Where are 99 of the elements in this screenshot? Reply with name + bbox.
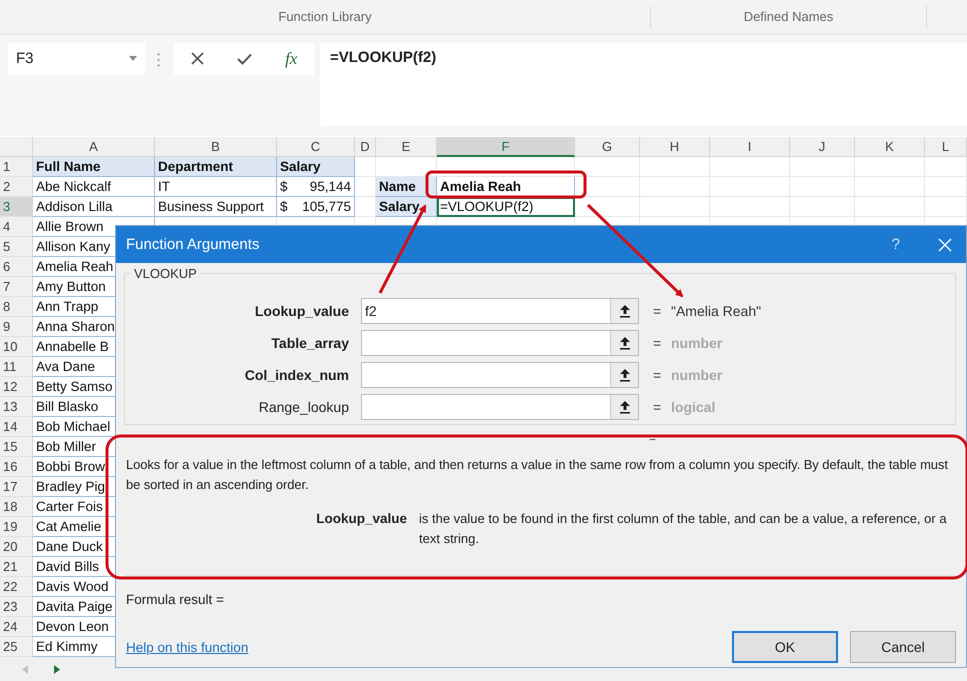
argument-field[interactable] [361,330,639,356]
argument-field[interactable] [361,394,639,420]
argument-label: Table_array [270,335,349,351]
collapse-icon [618,400,630,414]
collapse-button[interactable] [610,363,638,387]
column-header[interactable]: K [855,137,925,158]
table-cell: Addison Lilla [33,197,155,218]
table-cell: IT [155,177,277,198]
table-cell: Department [155,157,277,178]
collapse-button[interactable] [610,395,638,419]
column-header[interactable]: D [355,137,376,158]
table-cell: $ 105,775 [277,197,355,218]
table-cell: Amelia Reah [437,177,575,198]
table-cell: Name [376,177,437,198]
column-header[interactable]: F [437,137,575,158]
empty-cell [855,157,925,178]
argument-field[interactable]: f2 [361,298,639,324]
argument-result: number [671,335,722,351]
row-header[interactable]: 20 [0,537,33,558]
row-header[interactable]: 24 [0,617,33,638]
scroll-right-icon[interactable] [54,664,60,674]
row-header[interactable]: 15 [0,437,33,458]
column-header[interactable]: B [155,137,277,158]
collapse-icon [618,336,630,350]
empty-cell [925,157,967,178]
empty-cell [925,177,967,198]
function-name: VLOOKUP [131,266,200,281]
row-header[interactable]: 17 [0,477,33,498]
ribbon-group-label: Function Library [278,9,372,24]
argument-field[interactable] [361,362,639,388]
table-cell: Salary [376,197,437,218]
column-header[interactable]: L [925,137,967,158]
argument-help-label: Lookup_value [315,510,407,528]
argument-label: Lookup_value [254,303,349,319]
column-header[interactable]: A [33,137,155,158]
table-cell: Full Name [33,157,155,178]
row-header[interactable]: 16 [0,457,33,478]
table-cell: Business Support [155,197,277,218]
row-header[interactable]: 5 [0,237,33,258]
checkmark-icon[interactable] [236,52,252,65]
empty-cell [855,177,925,198]
name-box[interactable]: F3 [8,42,145,75]
row-header[interactable]: 12 [0,377,33,398]
row-header[interactable]: 14 [0,417,33,438]
row-header[interactable]: 22 [0,577,33,598]
row-header[interactable]: 19 [0,517,33,538]
column-header[interactable]: I [710,137,790,158]
ribbon-group-label: Defined Names [744,9,834,24]
argument-label: Range_lookup [258,399,349,415]
collapse-icon [618,368,630,382]
row-header[interactable]: 1 [0,157,33,178]
equals-sign: = [653,335,662,351]
equals-sign: = [653,399,662,415]
collapse-button[interactable] [610,331,638,355]
row-header[interactable]: 9 [0,317,33,338]
row-header[interactable]: 4 [0,217,33,238]
argument-result: number [671,367,722,383]
empty-cell [790,157,855,178]
cancel-button[interactable]: Cancel [850,631,956,663]
row-header[interactable]: 2 [0,177,33,198]
empty-cell [575,157,640,178]
row-header[interactable]: 7 [0,277,33,298]
collapse-button[interactable] [610,299,638,323]
drag-handle-icon[interactable] [157,52,160,67]
dropdown-caret-icon [129,56,137,62]
table-cell: Abe Nickcalf [33,177,155,198]
table-cell: Salary [277,157,355,178]
column-header[interactable]: J [790,137,855,158]
row-header[interactable]: 6 [0,257,33,278]
cancel-icon[interactable] [190,52,204,66]
row-header[interactable]: 10 [0,337,33,358]
column-header[interactable]: E [376,137,437,158]
insert-function-button[interactable]: fx [285,48,298,69]
close-icon[interactable] [938,238,952,252]
table-cell: =VLOOKUP(f2) [437,197,575,218]
collapse-icon [618,304,630,318]
formula-field[interactable]: =VLOOKUP(f2) [320,42,967,126]
equals-sign: = [653,303,662,319]
row-header[interactable]: 18 [0,497,33,518]
ok-button[interactable]: OK [732,631,838,663]
row-header[interactable]: 23 [0,597,33,618]
column-header[interactable]: C [277,137,355,158]
empty-cell [640,157,710,178]
equals-sign: = [653,367,662,383]
argument-result: logical [671,399,716,415]
column-header[interactable]: H [640,137,710,158]
table-cell: $ 95,144 [277,177,355,198]
row-header[interactable]: 3 [0,197,33,218]
empty-cell [790,177,855,198]
row-header[interactable]: 11 [0,357,33,378]
row-header[interactable]: 21 [0,557,33,578]
row-header[interactable]: 8 [0,297,33,318]
column-header[interactable]: G [575,137,640,158]
argument-label: Col_index_num [244,367,349,383]
row-header[interactable]: 25 [0,637,33,658]
row-header[interactable]: 13 [0,397,33,418]
argument-result: "Amelia Reah" [671,303,762,319]
argument-help-text: is the value to be found in the first column of the table, and can be a value, a reference, or a text string. [419,510,948,548]
empty-cell [640,177,710,198]
